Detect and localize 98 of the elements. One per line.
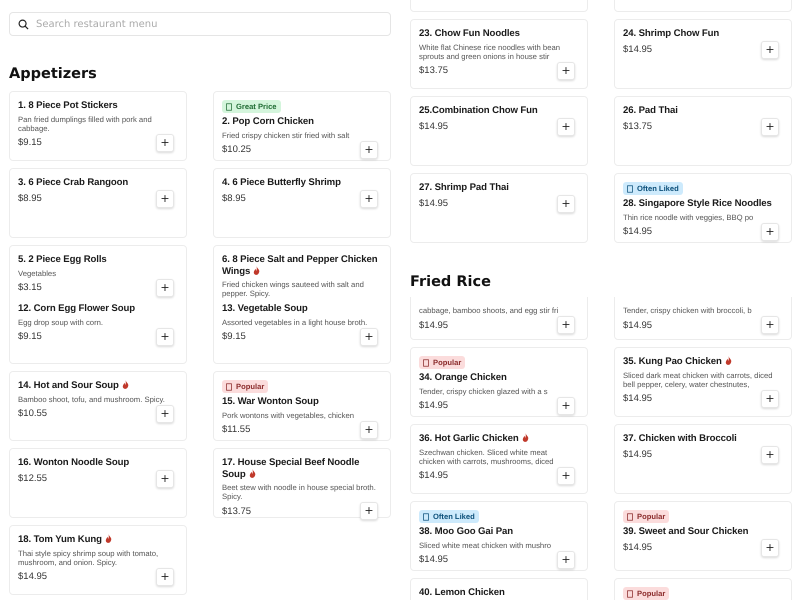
menu-item-card[interactable]: 25.Combination Chow Fun $14.95 + [410, 96, 588, 166]
item-price: $10.55 [18, 408, 48, 420]
add-button[interactable]: + [557, 550, 575, 569]
item-price: $14.95 [419, 320, 448, 330]
item-price: $14.95 [419, 121, 448, 132]
item-name: 16. Wonton Noodle Soup [18, 457, 130, 468]
item-name: 12. Corn Egg Flower Soup [18, 303, 136, 314]
item-name: 34. Orange Chicken [419, 372, 508, 384]
item-name: 24. Shrimp Chow Fun [623, 28, 720, 40]
item-price: $12.55 [18, 473, 48, 484]
item-price: $14.95 [18, 571, 48, 582]
add-button[interactable]: + [360, 140, 378, 159]
menu-item-card[interactable]: 4. 6 Piece Butterfly Shrimp $8.95 + [213, 168, 391, 238]
add-button[interactable]: + [156, 278, 174, 297]
add-button[interactable]: + [557, 62, 575, 80]
item-name: 4. 6 Piece Butterfly Shrimp [222, 177, 342, 188]
section-heading: Appetizers [9, 66, 98, 82]
add-button[interactable]: + [156, 134, 174, 152]
menu-item-card[interactable]: 27. Shrimp Pad Thai $14.95 + [410, 173, 588, 243]
add-button[interactable]: + [761, 222, 779, 241]
item-price: $13.75 [419, 65, 448, 76]
item-price: $13.75 [623, 121, 652, 132]
add-button[interactable]: + [156, 328, 174, 346]
square-icon [627, 184, 633, 192]
add-button[interactable]: + [360, 328, 378, 346]
item-name: 14. Hot and Sour Soup [18, 380, 180, 392]
item-price: $14.95 [623, 44, 652, 55]
item-name: 35. Kung Pao Chicken [623, 356, 785, 368]
square-icon [226, 382, 232, 390]
add-button[interactable]: + [557, 396, 575, 415]
item-price: $14.95 [419, 554, 448, 566]
item-price: $8.95 [222, 193, 246, 204]
menu-item-card[interactable]: 16. Wonton Noodle Soup $12.55 + [9, 448, 187, 518]
add-button[interactable]: + [761, 538, 779, 556]
square-icon [423, 512, 429, 520]
item-price: $10.25 [222, 144, 252, 156]
item-name: 6. 8 Piece Salt and Pepper Chicken Wings [222, 254, 378, 277]
item-name: 3. 6 Piece Crab Rangoon [18, 177, 130, 188]
item-price: $14.95 [623, 320, 652, 330]
menu-item-card[interactable]: 3. 6 Piece Crab Rangoon $8.95 + [9, 168, 187, 238]
add-button[interactable]: + [156, 404, 174, 423]
item-price: $14.95 [623, 542, 652, 553]
add-button[interactable]: + [557, 118, 575, 136]
add-button[interactable]: + [761, 316, 779, 334]
square-icon [423, 358, 429, 366]
item-name: 18. Tom Yum Kung [18, 534, 180, 546]
square-icon [627, 512, 633, 520]
item-name: 27. Shrimp Pad Thai [419, 182, 510, 194]
menu-item-card[interactable]: 24. Shrimp Chow Fun $14.95 + [614, 19, 792, 89]
item-price: $9.15 [18, 331, 42, 342]
item-name: 13. Vegetable Soup [222, 303, 309, 314]
item-name: 17. House Special Beef Noodle Soup [222, 457, 360, 480]
item-price: $14.95 [623, 226, 652, 238]
item-price: $14.95 [419, 400, 448, 412]
item-name: 2. Pop Corn Chicken [222, 116, 315, 128]
item-price: $13.75 [222, 506, 252, 517]
item-price: $3.15 [18, 282, 42, 294]
item-name: 1. 8 Piece Pot Stickers [18, 100, 119, 112]
item-name: 15. War Wonton Soup [222, 396, 320, 408]
square-icon [627, 590, 633, 598]
add-button[interactable]: + [557, 316, 575, 334]
item-price: $14.95 [419, 198, 448, 209]
item-name: 39. Sweet and Sour Chicken [623, 526, 750, 538]
item-price: $14.95 [419, 470, 448, 482]
add-button[interactable]: + [761, 40, 779, 58]
item-name: 40. Lemon Chicken [419, 587, 506, 598]
add-button[interactable]: + [360, 502, 378, 520]
add-button[interactable]: + [156, 470, 174, 488]
add-button[interactable]: + [761, 118, 779, 136]
add-button[interactable]: + [360, 420, 378, 439]
item-name: 5. 2 Piece Egg Rolls [18, 254, 108, 266]
item-price: $14.95 [623, 449, 652, 460]
item-name: 26. Pad Thai [623, 105, 679, 116]
item-name: 28. Singapore Style Rice Noodles [623, 198, 773, 210]
menu-item-card[interactable]: 37. Chicken with Broccoli $14.95 + [614, 424, 792, 494]
item-name: 36. Hot Garlic Chicken [419, 433, 581, 444]
item-price: $14.95 [623, 393, 652, 404]
section-heading: Fried Rice [410, 274, 492, 290]
item-price: $9.15 [222, 331, 246, 342]
add-button[interactable]: + [557, 466, 575, 485]
item-price: $11.55 [222, 424, 250, 436]
item-name: 25.Combination Chow Fun [419, 105, 539, 116]
item-name: 37. Chicken with Broccoli [623, 433, 738, 444]
item-name: 23. Chow Fun Noodles [419, 28, 521, 40]
add-button[interactable]: + [761, 390, 779, 408]
search-field[interactable]: Search restaurant menu [9, 12, 391, 36]
add-button[interactable]: + [156, 190, 174, 208]
add-button[interactable]: + [156, 568, 174, 586]
square-icon [226, 102, 232, 110]
item-name: 38. Moo Goo Gai Pan [419, 526, 514, 538]
search-icon [18, 18, 29, 30]
menu-item-card[interactable]: 26. Pad Thai $13.75 + [614, 96, 792, 166]
menu-item-card[interactable]: 40. Lemon Chicken [410, 578, 588, 600]
item-price: $9.15 [18, 137, 42, 148]
item-price: $8.95 [18, 193, 42, 204]
add-button[interactable]: + [360, 190, 378, 208]
add-button[interactable]: + [761, 446, 779, 464]
add-button[interactable]: + [557, 194, 575, 212]
